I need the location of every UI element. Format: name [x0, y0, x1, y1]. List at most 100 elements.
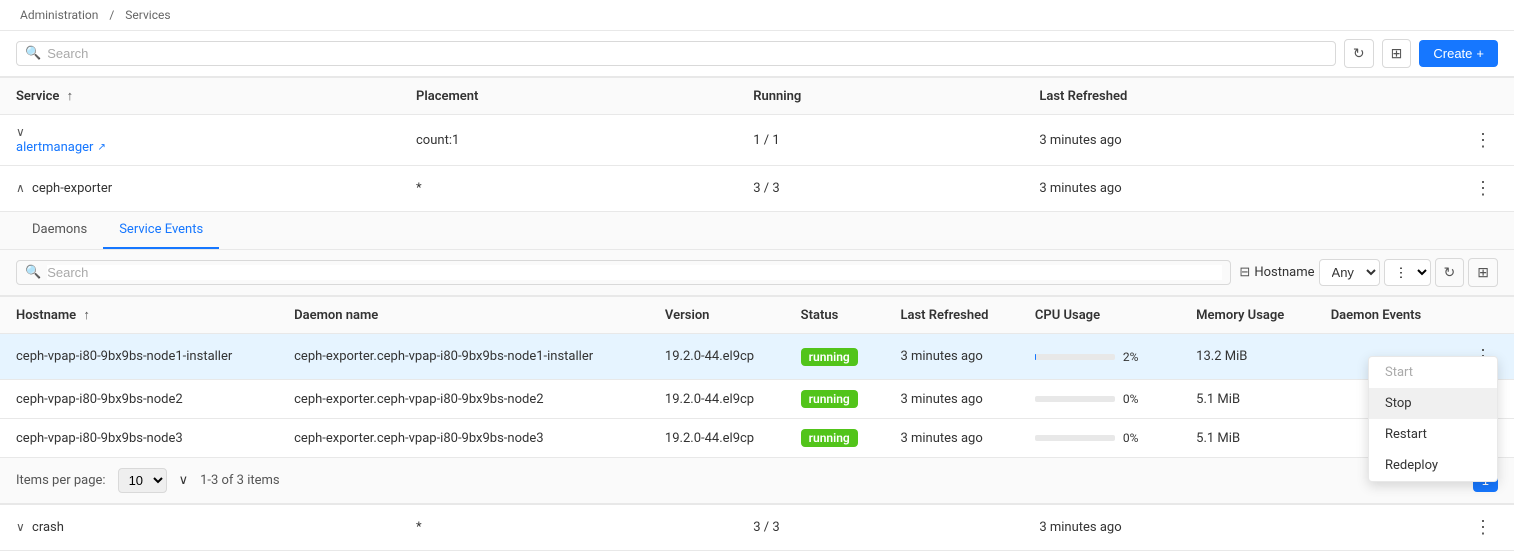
- refreshed-cell-ceph-exporter: 3 minutes ago: [1023, 166, 1452, 212]
- sub-col-hostname: Hostname ↑: [0, 297, 278, 334]
- col-running: Running: [737, 78, 1023, 115]
- filter-icon: ⊟: [1239, 265, 1250, 280]
- per-page-label: Items per page:: [16, 473, 106, 488]
- daemon-row: ceph-vpap-i80-9bx9bs-node3 ceph-exporter…: [0, 419, 1514, 458]
- tab-daemons[interactable]: Daemons: [16, 212, 103, 249]
- row-menu-btn-ceph-exporter[interactable]: ⋮: [1468, 176, 1498, 201]
- daemon-version-1: 19.2.0-44.el9cp: [649, 334, 785, 380]
- col-service: Service ↑: [0, 78, 400, 115]
- running-cell-crash: 3 / 3: [737, 505, 1023, 551]
- service-link-alertmanager[interactable]: alertmanager ↗: [16, 140, 384, 155]
- cpu-pct-label-2: 0%: [1123, 392, 1147, 406]
- context-menu-item-stop[interactable]: Stop: [1369, 388, 1497, 419]
- search-icon: 🔍: [25, 46, 41, 61]
- row-menu-btn-alertmanager[interactable]: ⋮: [1468, 128, 1498, 153]
- sort-icon-hostname[interactable]: ↑: [83, 307, 90, 323]
- row-menu-btn-crash[interactable]: ⋮: [1468, 515, 1498, 540]
- sub-col-cpu: CPU Usage: [1019, 297, 1180, 334]
- sub-col-events: Daemon Events: [1315, 297, 1452, 334]
- daemon-hostname-2: ceph-vpap-i80-9bx9bs-node2: [0, 380, 278, 419]
- service-name-alertmanager: alertmanager: [16, 140, 93, 155]
- context-menu-item-redeploy[interactable]: Redeploy: [1369, 450, 1497, 481]
- status-badge-3: running: [801, 429, 858, 447]
- pagination-range: 1-3 of 3 items: [200, 473, 280, 488]
- sub-col-daemon-name: Daemon name: [278, 297, 649, 334]
- columns-icon: ⊞: [1391, 45, 1403, 62]
- running-cell-alertmanager: 1 / 1: [737, 115, 1023, 166]
- daemon-status-2: running: [785, 380, 885, 419]
- placement-cell-alertmanager: count:1: [400, 115, 737, 166]
- menu-cell-ceph-exporter: ⋮: [1452, 166, 1514, 212]
- breadcrumb-admin[interactable]: Administration: [20, 8, 98, 22]
- tabs: Daemons Service Events: [16, 212, 1498, 249]
- sub-table: Hostname ↑ Daemon name Version Status La…: [0, 296, 1514, 458]
- pagination: Items per page: 10 ∨ 1-3 of 3 items 1: [0, 458, 1514, 504]
- sub-search-input[interactable]: [47, 265, 1222, 280]
- expanded-row-ceph-exporter: Daemons Service Events 🔍 ⊟: [0, 212, 1514, 505]
- context-menu: Start Stop Restart Redeploy: [1368, 356, 1498, 482]
- cpu-bar-bg-3: [1035, 435, 1115, 441]
- expand-btn-ceph-exporter[interactable]: ∧: [16, 181, 25, 195]
- expand-btn-alertmanager[interactable]: ∨: [16, 125, 25, 139]
- sub-refresh-btn[interactable]: ↻: [1435, 258, 1465, 287]
- daemon-memory-3: 5.1 MiB: [1180, 419, 1315, 458]
- context-menu-item-restart[interactable]: Restart: [1369, 419, 1497, 450]
- daemon-version-2: 19.2.0-44.el9cp: [649, 380, 785, 419]
- refreshed-cell-alertmanager: 3 minutes ago: [1023, 115, 1452, 166]
- main-search-box[interactable]: 🔍: [16, 41, 1336, 66]
- sub-col-version: Version: [649, 297, 785, 334]
- daemon-cpu-3: 0%: [1019, 419, 1180, 458]
- col-last-refreshed: Last Refreshed: [1023, 78, 1452, 115]
- status-badge-1: running: [801, 348, 858, 366]
- sub-search-box[interactable]: 🔍: [16, 260, 1231, 285]
- daemon-hostname-3: ceph-vpap-i80-9bx9bs-node3: [0, 419, 278, 458]
- table-row: ∧ ceph-exporter * 3 / 3 3 minutes ago ⋮: [0, 166, 1514, 212]
- hostname-filter-label: Hostname: [1254, 265, 1314, 280]
- daemon-refreshed-3: 3 minutes ago: [884, 419, 1018, 458]
- pagination-chevron: ∨: [179, 473, 189, 488]
- service-cell: ∨ alertmanager ↗: [0, 115, 400, 166]
- breadcrumb-current: Services: [125, 8, 170, 22]
- daemon-cpu-2: 0%: [1019, 380, 1180, 419]
- status-badge-2: running: [801, 390, 858, 408]
- refresh-button[interactable]: ↻: [1344, 39, 1374, 68]
- sub-columns-btn[interactable]: ⊞: [1468, 258, 1498, 287]
- placement-cell-ceph-exporter: *: [400, 166, 737, 212]
- sub-col-actions: [1452, 297, 1514, 334]
- per-page-select[interactable]: 10: [118, 468, 167, 493]
- columns-button[interactable]: ⊞: [1382, 39, 1412, 68]
- filter-group: ⊟ Hostname Any ⋮ ↻ ⊞: [1239, 258, 1498, 287]
- cpu-bar-bg-2: [1035, 396, 1115, 402]
- daemon-status-3: running: [785, 419, 885, 458]
- hostname-filter-select[interactable]: Any: [1319, 259, 1380, 286]
- main-table: Service ↑ Placement Running Last Refresh…: [0, 77, 1514, 551]
- toolbar-actions: ↻ ⊞ Create +: [1344, 39, 1498, 68]
- placement-cell-crash: *: [400, 505, 737, 551]
- create-button[interactable]: Create +: [1419, 40, 1498, 67]
- main-search-input[interactable]: [47, 46, 1327, 61]
- expand-col-select[interactable]: ⋮: [1384, 259, 1431, 286]
- running-cell-ceph-exporter: 3 / 3: [737, 166, 1023, 212]
- external-link-icon: ↗: [97, 142, 105, 153]
- cpu-bar-container-1: 2%: [1035, 350, 1164, 364]
- menu-cell-alertmanager: ⋮: [1452, 115, 1514, 166]
- sub-search-icon: 🔍: [25, 265, 41, 280]
- top-toolbar: 🔍 ↻ ⊞ Create +: [0, 31, 1514, 77]
- table-row: ∨ crash * 3 / 3 3 minutes ago ⋮: [0, 505, 1514, 551]
- context-menu-item-start[interactable]: Start: [1369, 357, 1497, 388]
- daemon-row: ceph-vpap-i80-9bx9bs-node1-installer cep…: [0, 334, 1514, 380]
- sort-icon-service[interactable]: ↑: [67, 88, 74, 104]
- sub-toolbar: 🔍 ⊟ Hostname Any ⋮ ↻ ⊞: [0, 250, 1514, 296]
- expand-btn-crash[interactable]: ∨: [16, 520, 25, 534]
- col-placement: Placement: [400, 78, 737, 115]
- daemon-memory-1: 13.2 MiB: [1180, 334, 1315, 380]
- tab-service-events[interactable]: Service Events: [103, 212, 219, 249]
- cpu-bar-bg-1: [1035, 354, 1115, 360]
- daemon-cpu-1: 2%: [1019, 334, 1180, 380]
- sub-col-last-refreshed: Last Refreshed: [884, 297, 1018, 334]
- sub-table-container: Hostname ↑ Daemon name Version Status La…: [0, 296, 1514, 458]
- daemon-refreshed-2: 3 minutes ago: [884, 380, 1018, 419]
- daemon-refreshed-1: 3 minutes ago: [884, 334, 1018, 380]
- col-actions-header: [1452, 78, 1514, 115]
- create-label: Create: [1433, 46, 1472, 61]
